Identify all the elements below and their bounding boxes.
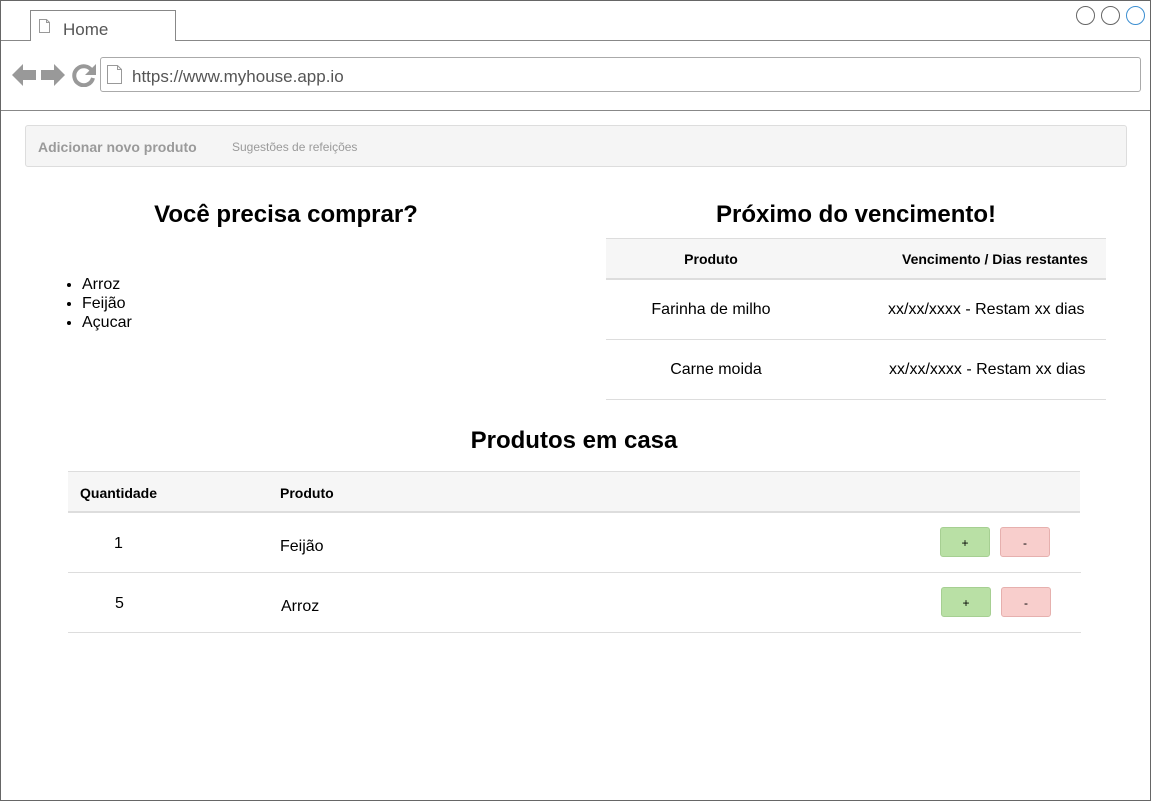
list-item: Feijão [82, 294, 132, 313]
nav-meal-suggestions-link[interactable]: Sugestões de refeições [232, 140, 357, 154]
expiring-product: Farinha de milho [651, 301, 771, 318]
expiring-date: xx/xx/xxxx - Restam xx dias [888, 301, 1085, 318]
table-row: Farinha de milho xx/xx/xxxx - Restam xx … [606, 280, 1106, 340]
shopping-list-title: Você precisa comprar? [154, 201, 418, 228]
inventory-title: Produtos em casa [470, 427, 678, 454]
tab-title: Home [63, 20, 109, 39]
window-circle-3-icon[interactable] [1126, 6, 1145, 25]
window-circle-1-icon[interactable] [1076, 6, 1095, 25]
window-circle-2-icon[interactable] [1101, 6, 1120, 25]
expiring-product: Carne moida [670, 361, 762, 378]
page-icon [107, 65, 122, 84]
app-navbar: Adicionar novo produto Sugestões de refe… [25, 125, 1127, 167]
back-arrow-icon[interactable] [12, 63, 36, 87]
table-row: 5 Arroz + - [68, 573, 1081, 633]
table-row: Carne moida xx/xx/xxxx - Restam xx dias [606, 340, 1106, 400]
reload-icon[interactable] [72, 63, 96, 87]
expiring-table-header: Produto Vencimento / Dias restantes [606, 238, 1106, 280]
column-header-product: Produto [280, 485, 334, 501]
url-text: https://www.myhouse.app.io [132, 67, 344, 86]
browser-window: Home https://www.myhouse.app.io Adiciona… [0, 0, 1151, 801]
decrease-button[interactable]: - [1001, 587, 1051, 617]
increase-button[interactable]: + [940, 527, 990, 557]
list-item: Arroz [82, 275, 132, 294]
table-row: 1 Feijão + - [68, 513, 1081, 573]
column-header-product: Produto [684, 251, 738, 267]
nav-add-product-link[interactable]: Adicionar novo produto [38, 139, 197, 155]
column-header-quantity: Quantidade [80, 485, 158, 501]
inventory-table-header: Quantidade Produto [68, 471, 1080, 513]
address-bar[interactable]: https://www.myhouse.app.io [100, 57, 1141, 92]
browser-tab[interactable]: Home [30, 10, 176, 41]
product-name: Feijão [280, 538, 324, 555]
column-header-expiry: Vencimento / Dias restantes [902, 251, 1088, 267]
quantity-value: 1 [114, 535, 123, 552]
expiring-title: Próximo do vencimento! [715, 201, 997, 228]
quantity-value: 5 [115, 595, 124, 612]
list-item: Açucar [82, 313, 132, 332]
increase-button[interactable]: + [941, 587, 991, 617]
chrome-divider [1, 110, 1150, 111]
decrease-button[interactable]: - [1000, 527, 1050, 557]
expiring-date: xx/xx/xxxx - Restam xx dias [889, 361, 1086, 378]
product-name: Arroz [281, 598, 320, 615]
forward-arrow-icon[interactable] [41, 63, 65, 87]
page-icon [39, 19, 50, 33]
shopping-list: Arroz Feijão Açucar [62, 275, 132, 332]
